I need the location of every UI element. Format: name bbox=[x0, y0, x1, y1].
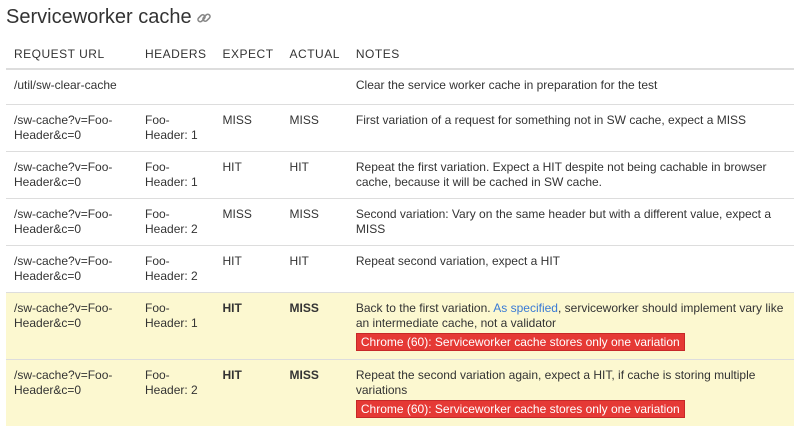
table-row: /util/sw-clear-cache Clear the service w… bbox=[6, 69, 794, 105]
cell-headers: Foo-Header: 1 bbox=[137, 105, 215, 152]
header-request-url: REQUEST URL bbox=[6, 40, 137, 69]
table-row: /sw-cache?v=Foo-Header&c=0 Foo-Header: 2… bbox=[6, 199, 794, 246]
table-row: /sw-cache?v=Foo-Header&c=0 Foo-Header: 1… bbox=[6, 152, 794, 199]
page-title-text: Serviceworker cache bbox=[6, 6, 192, 29]
cell-headers: Foo-Header: 1 bbox=[137, 293, 215, 360]
cell-headers: Foo-Header: 2 bbox=[137, 199, 215, 246]
cell-expect: MISS bbox=[215, 105, 282, 152]
cell-headers: Foo-Header: 2 bbox=[137, 246, 215, 293]
table-row: /sw-cache?v=Foo-Header&c=0 Foo-Header: 1… bbox=[6, 105, 794, 152]
cell-url: /sw-cache?v=Foo-Header&c=0 bbox=[6, 105, 137, 152]
cell-actual: MISS bbox=[282, 360, 348, 426]
table-row: /sw-cache?v=Foo-Header&c=0 Foo-Header: 2… bbox=[6, 246, 794, 293]
cell-headers: Foo-Header: 2 bbox=[137, 360, 215, 426]
cell-notes: Back to the first variation. As specifie… bbox=[348, 293, 794, 360]
cell-expect: HIT bbox=[215, 360, 282, 426]
cell-url: /sw-cache?v=Foo-Header&c=0 bbox=[6, 152, 137, 199]
cell-expect bbox=[215, 69, 282, 105]
failure-badge: Chrome (60): Serviceworker cache stores … bbox=[356, 333, 685, 351]
failure-badge: Chrome (60): Serviceworker cache stores … bbox=[356, 400, 685, 418]
cell-notes: First variation of a request for somethi… bbox=[348, 105, 794, 152]
cell-notes: Second variation: Vary on the same heade… bbox=[348, 199, 794, 246]
notes-text: Repeat the second variation again, expec… bbox=[356, 368, 756, 397]
cell-expect: HIT bbox=[215, 152, 282, 199]
cell-actual: HIT bbox=[282, 246, 348, 293]
cell-expect: MISS bbox=[215, 199, 282, 246]
notes-text: Back to the first variation. bbox=[356, 301, 493, 315]
cell-actual: MISS bbox=[282, 199, 348, 246]
header-actual: ACTUAL bbox=[282, 40, 348, 69]
spec-link[interactable]: As specified bbox=[493, 301, 558, 315]
cell-expect: HIT bbox=[215, 246, 282, 293]
results-table: REQUEST URL HEADERS EXPECT ACTUAL NOTES … bbox=[6, 40, 794, 426]
cell-notes: Repeat the second variation again, expec… bbox=[348, 360, 794, 426]
table-header-row: REQUEST URL HEADERS EXPECT ACTUAL NOTES bbox=[6, 40, 794, 69]
cell-url: /sw-cache?v=Foo-Header&c=0 bbox=[6, 360, 137, 426]
header-headers: HEADERS bbox=[137, 40, 215, 69]
cell-actual: MISS bbox=[282, 105, 348, 152]
page-title: Serviceworker cache bbox=[6, 6, 212, 29]
cell-actual: MISS bbox=[282, 293, 348, 360]
cell-url: /util/sw-clear-cache bbox=[6, 69, 137, 105]
cell-url: /sw-cache?v=Foo-Header&c=0 bbox=[6, 293, 137, 360]
cell-notes: Repeat the first variation. Expect a HIT… bbox=[348, 152, 794, 199]
cell-notes: Repeat second variation, expect a HIT bbox=[348, 246, 794, 293]
cell-actual: HIT bbox=[282, 152, 348, 199]
table-row-failed: /sw-cache?v=Foo-Header&c=0 Foo-Header: 1… bbox=[6, 293, 794, 360]
cell-url: /sw-cache?v=Foo-Header&c=0 bbox=[6, 199, 137, 246]
cell-url: /sw-cache?v=Foo-Header&c=0 bbox=[6, 246, 137, 293]
header-notes: NOTES bbox=[348, 40, 794, 69]
cell-notes: Clear the service worker cache in prepar… bbox=[348, 69, 794, 105]
cell-headers bbox=[137, 69, 215, 105]
header-expect: EXPECT bbox=[215, 40, 282, 69]
table-row-failed: /sw-cache?v=Foo-Header&c=0 Foo-Header: 2… bbox=[6, 360, 794, 426]
cell-expect: HIT bbox=[215, 293, 282, 360]
cell-actual bbox=[282, 69, 348, 105]
cell-headers: Foo-Header: 1 bbox=[137, 152, 215, 199]
link-icon[interactable] bbox=[196, 10, 212, 26]
